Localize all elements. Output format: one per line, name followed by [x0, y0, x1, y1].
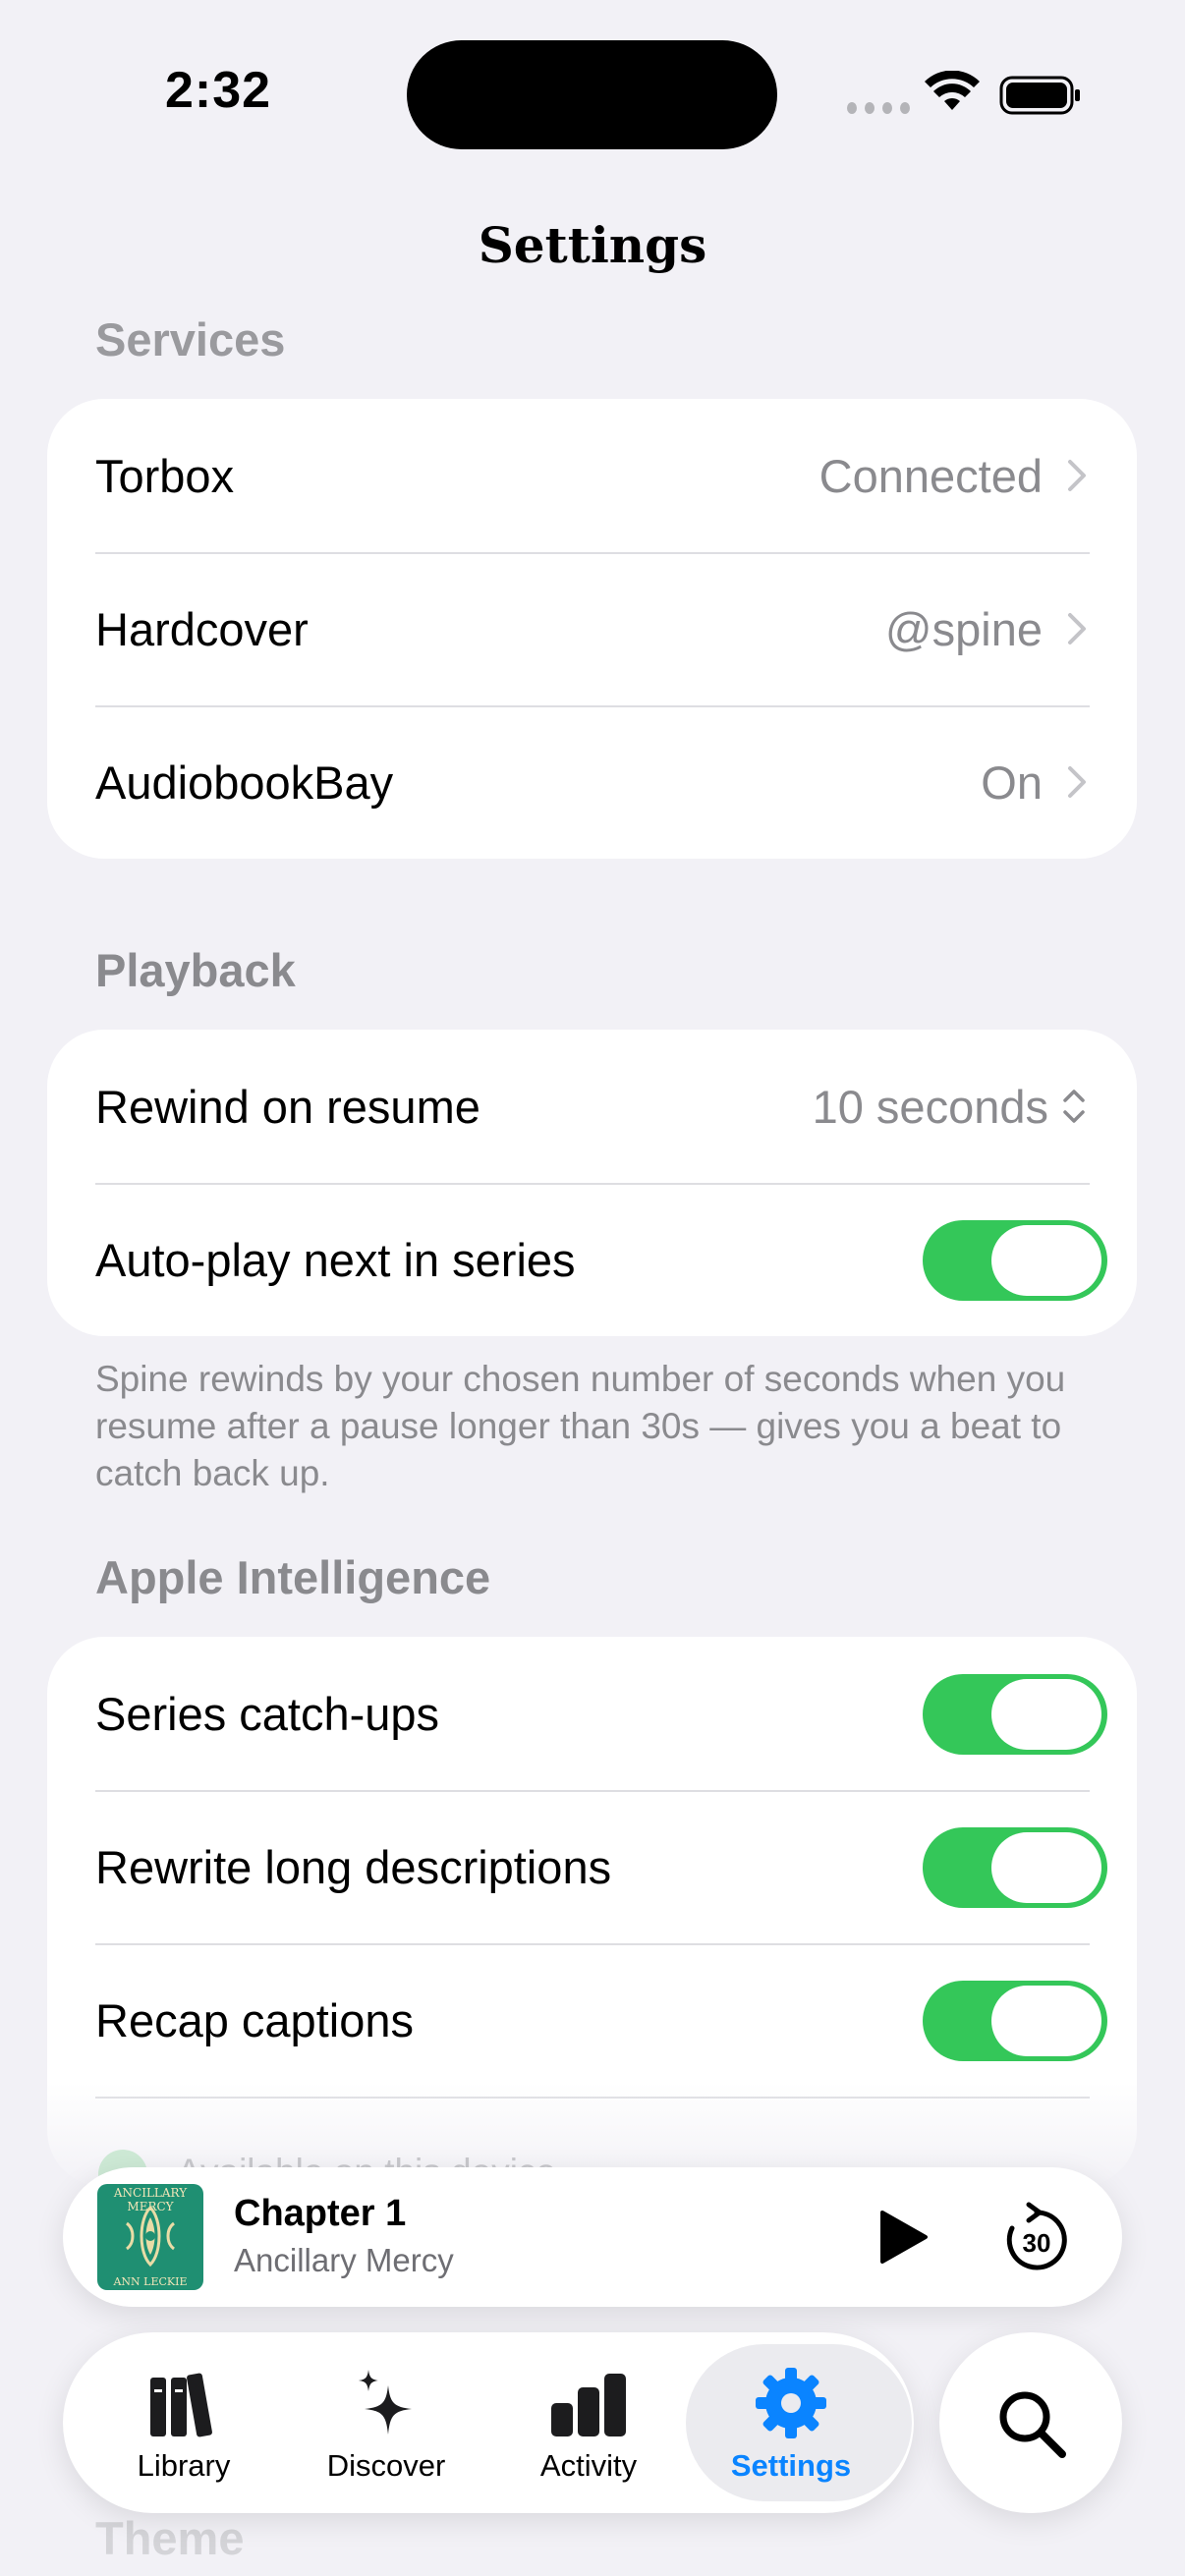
row-label: Rewind on resume: [95, 1080, 480, 1133]
mini-player[interactable]: ANCILLARY MERCY ANN LECKIE Chapter 1 Anc…: [63, 2167, 1122, 2307]
tab-label: Library: [137, 2448, 231, 2483]
skip-seconds-label: 30: [1023, 2228, 1051, 2258]
wifi-icon: [925, 71, 980, 110]
recap-captions-toggle[interactable]: [923, 1981, 1107, 2061]
row-label: Recap captions: [95, 1993, 414, 2046]
sparkles-icon: [359, 2370, 412, 2435]
tab-discover[interactable]: Discover: [285, 2332, 487, 2513]
row-label: Rewrite long descriptions: [95, 1840, 612, 1893]
row-label: Auto-play next in series: [95, 1233, 576, 1286]
status-time: 2:32: [165, 62, 272, 119]
row-label: Series catch-ups: [95, 1687, 440, 1740]
section-header-playback: Playback: [95, 944, 296, 996]
section-header-services: Services: [95, 313, 286, 365]
chevron-right-icon: [1068, 460, 1086, 491]
album-cover: ANCILLARY MERCY ANN LECKIE: [97, 2184, 203, 2290]
row-series-catch-ups: Series catch-ups: [47, 1637, 1137, 1790]
row-label: Hardcover: [95, 602, 309, 655]
skip-forward-30-icon[interactable]: 30: [998, 2199, 1075, 2277]
row-torbox[interactable]: Torbox Connected: [47, 399, 1137, 552]
row-auto-play: Auto-play next in series: [47, 1183, 1137, 1336]
row-rewrite-long-descriptions: Rewrite long descriptions: [47, 1790, 1137, 1943]
chevron-right-icon: [1068, 613, 1086, 644]
row-label: Torbox: [95, 449, 235, 502]
rewrite-descriptions-toggle[interactable]: [923, 1827, 1107, 1908]
chevron-up-down-icon: [1063, 1090, 1085, 1123]
row-value: @spine: [884, 602, 1043, 655]
page-title: Settings: [478, 216, 707, 274]
row-value: On: [981, 756, 1043, 809]
row-hardcover[interactable]: Hardcover @spine: [47, 552, 1137, 705]
auto-play-toggle[interactable]: [923, 1220, 1107, 1301]
row-rewind-on-resume[interactable]: Rewind on resume 10 seconds: [47, 1030, 1137, 1183]
tab-label: Discover: [326, 2448, 446, 2483]
section-header-apple-intelligence: Apple Intelligence: [95, 1551, 491, 1603]
row-value: 10 seconds: [812, 1080, 1048, 1133]
cover-author: ANN LECKIE: [113, 2275, 188, 2288]
now-playing-subtitle: Ancillary Mercy: [234, 2242, 454, 2278]
tab-activity[interactable]: Activity: [487, 2332, 690, 2513]
section-header-theme: Theme: [95, 2512, 245, 2564]
row-label: AudiobookBay: [95, 756, 394, 809]
books-icon: [150, 2373, 212, 2437]
cover-art-icon: [125, 2205, 176, 2268]
play-icon[interactable]: [869, 2205, 937, 2269]
tab-label: Activity: [539, 2448, 638, 2483]
tab-settings[interactable]: Settings: [686, 2332, 912, 2513]
tab-library[interactable]: Library: [83, 2332, 285, 2513]
battery-icon: [999, 76, 1080, 115]
row-value: Connected: [818, 449, 1043, 502]
gear-icon: [756, 2368, 826, 2438]
cellular-signal-icon: [847, 102, 910, 116]
tab-label: Settings: [730, 2448, 852, 2483]
playback-footnote: Spine rewinds by your chosen number of s…: [95, 1359, 1066, 1493]
series-catch-ups-toggle[interactable]: [923, 1674, 1107, 1755]
now-playing-title: Chapter 1: [234, 2193, 407, 2234]
chevron-right-icon: [1068, 766, 1086, 798]
tab-bar: Library Discover Activity Settings: [63, 2332, 914, 2513]
search-button[interactable]: [939, 2332, 1122, 2513]
playback-card: Rewind on resume 10 seconds Auto-play ne…: [47, 1030, 1137, 1336]
search-icon: [999, 2391, 1066, 2458]
services-card: Torbox Connected Hardcover @spine Audiob…: [47, 399, 1137, 859]
bar-chart-icon: [551, 2374, 626, 2436]
row-recap-captions: Recap captions: [47, 1943, 1137, 2097]
row-audiobookbay[interactable]: AudiobookBay On: [47, 705, 1137, 859]
dynamic-island: [407, 40, 777, 149]
